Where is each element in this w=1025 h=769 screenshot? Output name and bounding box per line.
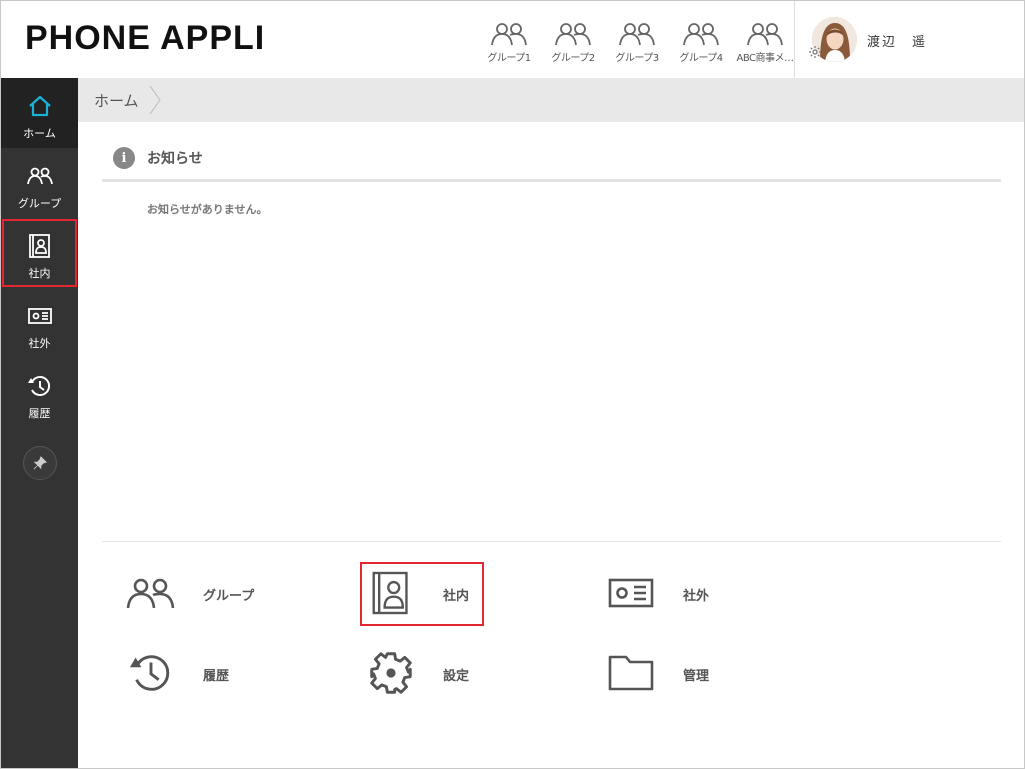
address-book-icon (372, 571, 408, 615)
sidebar-item-label: 社内 (28, 267, 51, 280)
divider (102, 179, 1001, 182)
sidebar-item-inhouse[interactable]: 社内 (1, 218, 78, 288)
gear-icon[interactable] (808, 45, 822, 59)
app-logo[interactable]: PHONE APPLI (25, 19, 265, 58)
sidebar-item-home[interactable]: ホーム (1, 78, 78, 148)
header-group-2[interactable]: グループ2 (541, 21, 605, 71)
sidebar-item-label: 社外 (28, 337, 51, 350)
shortcut-label: グループ (203, 589, 255, 604)
group-icon (555, 23, 591, 46)
user-name[interactable]: 渡辺 遥 (867, 31, 927, 50)
divider (102, 541, 1001, 542)
notice-empty-message: お知らせがありません。 (147, 203, 268, 216)
group-icon (126, 578, 175, 609)
shortcut-label: 履歴 (203, 669, 230, 684)
header-group-abc[interactable]: ABC商事メ… (733, 21, 797, 71)
header-group-label: ABC商事メ… (736, 53, 794, 64)
group-icon (683, 23, 719, 46)
sidebar-item-group[interactable]: グループ (1, 148, 78, 218)
shortcut-label: 社外 (683, 589, 710, 604)
address-book-icon (28, 234, 50, 258)
shortcut-external[interactable]: 社外 (601, 563, 801, 623)
group-icon (491, 23, 527, 46)
id-card-icon (27, 308, 52, 324)
notice-title: お知らせ (147, 151, 203, 167)
app-window: PHONE APPLI グループ1 グループ2 グループ3 グループ4 ABC商… (0, 0, 1025, 769)
shortcut-history[interactable]: 履歴 (121, 643, 321, 703)
group-icon (747, 23, 783, 46)
shortcut-label: 社内 (443, 589, 470, 604)
breadcrumb: ホーム (78, 78, 1024, 122)
sidebar: ホーム グループ 社内 社外 履歴 (1, 78, 78, 768)
sidebar-item-history[interactable]: 履歴 (1, 358, 78, 428)
shortcut-group[interactable]: グループ (121, 563, 321, 623)
header-group-label: グループ1 (487, 53, 531, 64)
group-icon (26, 167, 53, 185)
history-icon (27, 376, 50, 396)
header-group-3[interactable]: グループ3 (605, 21, 669, 71)
home-icon (28, 95, 51, 117)
history-icon (129, 655, 170, 691)
shortcut-label: 設定 (443, 669, 470, 684)
shortcut-settings[interactable]: 設定 (361, 643, 561, 703)
chevron-right-icon (149, 85, 161, 115)
header-group-4[interactable]: グループ4 (669, 21, 733, 71)
sidebar-item-label: 履歴 (28, 407, 51, 420)
header-group-label: グループ3 (615, 53, 659, 64)
header-group-label: グループ2 (551, 53, 595, 64)
group-icon (619, 23, 655, 46)
pin-icon (33, 456, 47, 470)
id-card-icon (608, 578, 654, 608)
pin-button[interactable] (23, 446, 57, 480)
sidebar-item-label: ホーム (23, 127, 56, 140)
header-group-1[interactable]: グループ1 (477, 21, 541, 71)
shortcut-inhouse[interactable]: 社内 (361, 563, 561, 623)
header: PHONE APPLI グループ1 グループ2 グループ3 グループ4 ABC商… (1, 1, 1024, 78)
gear-icon (370, 652, 412, 694)
breadcrumb-home[interactable]: ホーム (94, 90, 139, 111)
folder-icon (608, 655, 654, 691)
notice-header: i お知らせ (113, 147, 203, 169)
sidebar-item-label: グループ (17, 197, 62, 210)
group-shortcuts: グループ1 グループ2 グループ3 グループ4 ABC商事メ… (477, 21, 797, 71)
header-divider (794, 1, 795, 78)
shortcut-label: 管理 (683, 669, 710, 684)
sidebar-item-external[interactable]: 社外 (1, 288, 78, 358)
shortcut-manage[interactable]: 管理 (601, 643, 801, 703)
header-group-label: グループ4 (679, 53, 723, 64)
info-icon: i (113, 147, 135, 169)
